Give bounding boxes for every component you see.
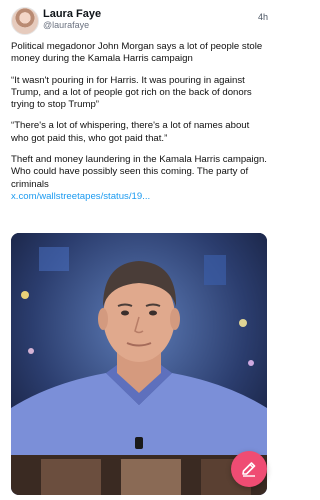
avatar[interactable]	[11, 7, 39, 35]
post-paragraph: “There's a lot of whispering, there's a …	[11, 120, 250, 144]
post-paragraph: Political megadonor John Morgan says a l…	[11, 41, 263, 65]
post-header: Laura Faye @laurafaye 4h	[0, 0, 278, 40]
video-frame	[11, 233, 267, 495]
post-media-video[interactable]	[11, 233, 267, 495]
post-timestamp: 4h	[257, 12, 268, 22]
post-link[interactable]: x.com/wallstreetapes/status/19...	[11, 191, 269, 203]
edit-icon	[242, 462, 256, 477]
post-paragraph: Theft and money laundering in the Kamala…	[11, 154, 267, 190]
post-paragraph: “It wasn't pouring in for Harris. It was…	[11, 74, 252, 111]
post-body: Political megadonor John Morgan says a l…	[11, 41, 269, 203]
compose-button[interactable]	[231, 451, 267, 487]
author-name[interactable]: Laura Faye	[43, 8, 101, 20]
author-handle[interactable]: @laurafaye	[43, 20, 89, 30]
